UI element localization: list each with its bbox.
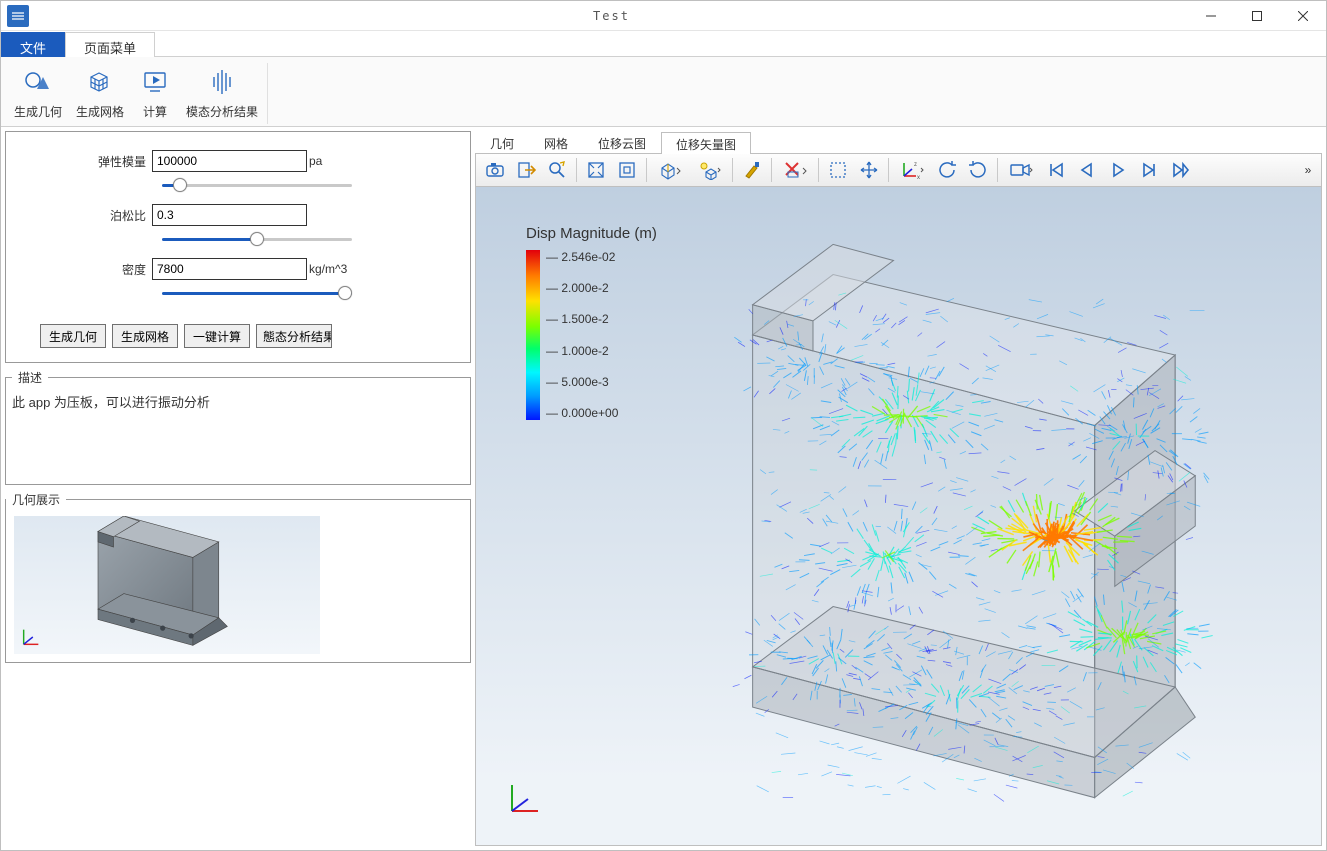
camera-icon[interactable] bbox=[480, 156, 510, 184]
ribbon-body: 生成几何 生成网格 计算 模态分析结果 bbox=[1, 57, 1326, 127]
modal-results-button[interactable]: 態态分析结果 bbox=[256, 324, 332, 348]
zoom-fit-icon[interactable] bbox=[542, 156, 572, 184]
mesh-cube-icon bbox=[83, 65, 117, 99]
rotate-ccw-icon[interactable] bbox=[932, 156, 962, 184]
close-button[interactable] bbox=[1280, 1, 1326, 31]
poisson-slider[interactable] bbox=[162, 237, 352, 241]
select-box-icon[interactable] bbox=[823, 156, 853, 184]
axes-xyz-icon[interactable]: zx bbox=[893, 156, 931, 184]
viewer-tabs: 几何 网格 位移云图 位移矢量图 bbox=[475, 131, 1322, 153]
viewer-canvas[interactable]: Disp Magnitude (m) 2.546e-02 2.000e-2 1.… bbox=[475, 187, 1322, 846]
form-area: 弹性模量 pa 泊松比 密度 kg/m^3 生成几何 bbox=[5, 131, 471, 363]
axis-toggle-icon[interactable] bbox=[776, 156, 814, 184]
ribbon-modal-results[interactable]: 模态分析结果 bbox=[179, 63, 265, 124]
shape-icon bbox=[21, 65, 55, 99]
left-panel: 弹性模量 pa 泊松比 密度 kg/m^3 生成几何 bbox=[5, 131, 471, 846]
ribbon-gen-mesh-label: 生成网格 bbox=[76, 103, 124, 120]
ribbon-modal-results-label: 模态分析结果 bbox=[186, 103, 258, 120]
tab-page-menu[interactable]: 页面菜单 bbox=[65, 32, 155, 57]
description-text: 此 app 为压板，可以进行振动分析 bbox=[12, 392, 464, 478]
light-icon[interactable] bbox=[690, 156, 728, 184]
view-cube-icon[interactable] bbox=[651, 156, 689, 184]
density-label: 密度 bbox=[92, 261, 152, 278]
next-frame-icon[interactable] bbox=[1134, 156, 1164, 184]
modal-wave-icon bbox=[205, 65, 239, 99]
video-icon[interactable] bbox=[1002, 156, 1040, 184]
ribbon-tabs: 文件 页面菜单 bbox=[1, 31, 1326, 57]
model-3d bbox=[733, 244, 1213, 801]
more-icon[interactable]: » bbox=[1299, 156, 1317, 184]
last-frame-icon[interactable] bbox=[1165, 156, 1195, 184]
elastic-modulus-slider[interactable] bbox=[162, 183, 352, 187]
elastic-modulus-input[interactable] bbox=[152, 150, 307, 172]
gen-mesh-button[interactable]: 生成网格 bbox=[112, 324, 178, 348]
svg-text:z: z bbox=[914, 162, 917, 168]
maximize-button[interactable] bbox=[1234, 1, 1280, 31]
export-icon[interactable] bbox=[511, 156, 541, 184]
tab-mesh[interactable]: 网格 bbox=[529, 131, 583, 153]
density-input[interactable] bbox=[152, 258, 307, 280]
geometry-preview-canvas[interactable] bbox=[14, 516, 320, 654]
axes-xyz-icon bbox=[20, 626, 42, 648]
description-fieldset: 描述 此 app 为压板，可以进行振动分析 bbox=[5, 369, 471, 485]
zoom-box-icon[interactable] bbox=[581, 156, 611, 184]
density-unit: kg/m^3 bbox=[309, 262, 347, 276]
geometry-preview-legend: 几何展示 bbox=[6, 491, 66, 508]
poisson-label: 泊松比 bbox=[92, 207, 152, 224]
right-panel: 几何 网格 位移云图 位移矢量图 bbox=[475, 131, 1322, 846]
tab-disp-cloud[interactable]: 位移云图 bbox=[583, 131, 661, 153]
ribbon-compute-label: 计算 bbox=[143, 103, 167, 120]
minimize-button[interactable] bbox=[1188, 1, 1234, 31]
elastic-modulus-label: 弹性模量 bbox=[92, 153, 152, 170]
tab-file[interactable]: 文件 bbox=[1, 32, 65, 57]
play-monitor-icon bbox=[138, 65, 172, 99]
description-legend: 描述 bbox=[12, 369, 48, 386]
zoom-reset-icon[interactable] bbox=[612, 156, 642, 184]
one-click-compute-button[interactable]: 一键计算 bbox=[184, 324, 250, 348]
density-slider[interactable] bbox=[162, 291, 352, 295]
rotate-cw-icon[interactable] bbox=[963, 156, 993, 184]
play-icon[interactable] bbox=[1103, 156, 1133, 184]
ribbon-gen-mesh[interactable]: 生成网格 bbox=[69, 63, 131, 124]
viewer-toolbar: zx » bbox=[475, 153, 1322, 187]
titlebar: Test bbox=[1, 1, 1326, 31]
svg-text:x: x bbox=[917, 175, 920, 180]
ribbon-gen-geometry[interactable]: 生成几何 bbox=[7, 63, 69, 124]
geometry-preview-fieldset: 几何展示 bbox=[5, 491, 471, 663]
prev-frame-icon[interactable] bbox=[1072, 156, 1102, 184]
elastic-modulus-unit: pa bbox=[309, 154, 322, 168]
first-frame-icon[interactable] bbox=[1041, 156, 1071, 184]
axes-indicator-icon bbox=[504, 779, 544, 819]
app-icon bbox=[7, 5, 29, 27]
brush-icon[interactable] bbox=[737, 156, 767, 184]
tab-geometry[interactable]: 几何 bbox=[475, 131, 529, 153]
gen-geometry-button[interactable]: 生成几何 bbox=[40, 324, 106, 348]
window-title: Test bbox=[35, 9, 1188, 23]
ribbon-gen-geometry-label: 生成几何 bbox=[14, 103, 62, 120]
tab-disp-vector[interactable]: 位移矢量图 bbox=[661, 132, 751, 154]
poisson-input[interactable] bbox=[152, 204, 307, 226]
pan-icon[interactable] bbox=[854, 156, 884, 184]
ribbon-compute[interactable]: 计算 bbox=[131, 63, 179, 124]
